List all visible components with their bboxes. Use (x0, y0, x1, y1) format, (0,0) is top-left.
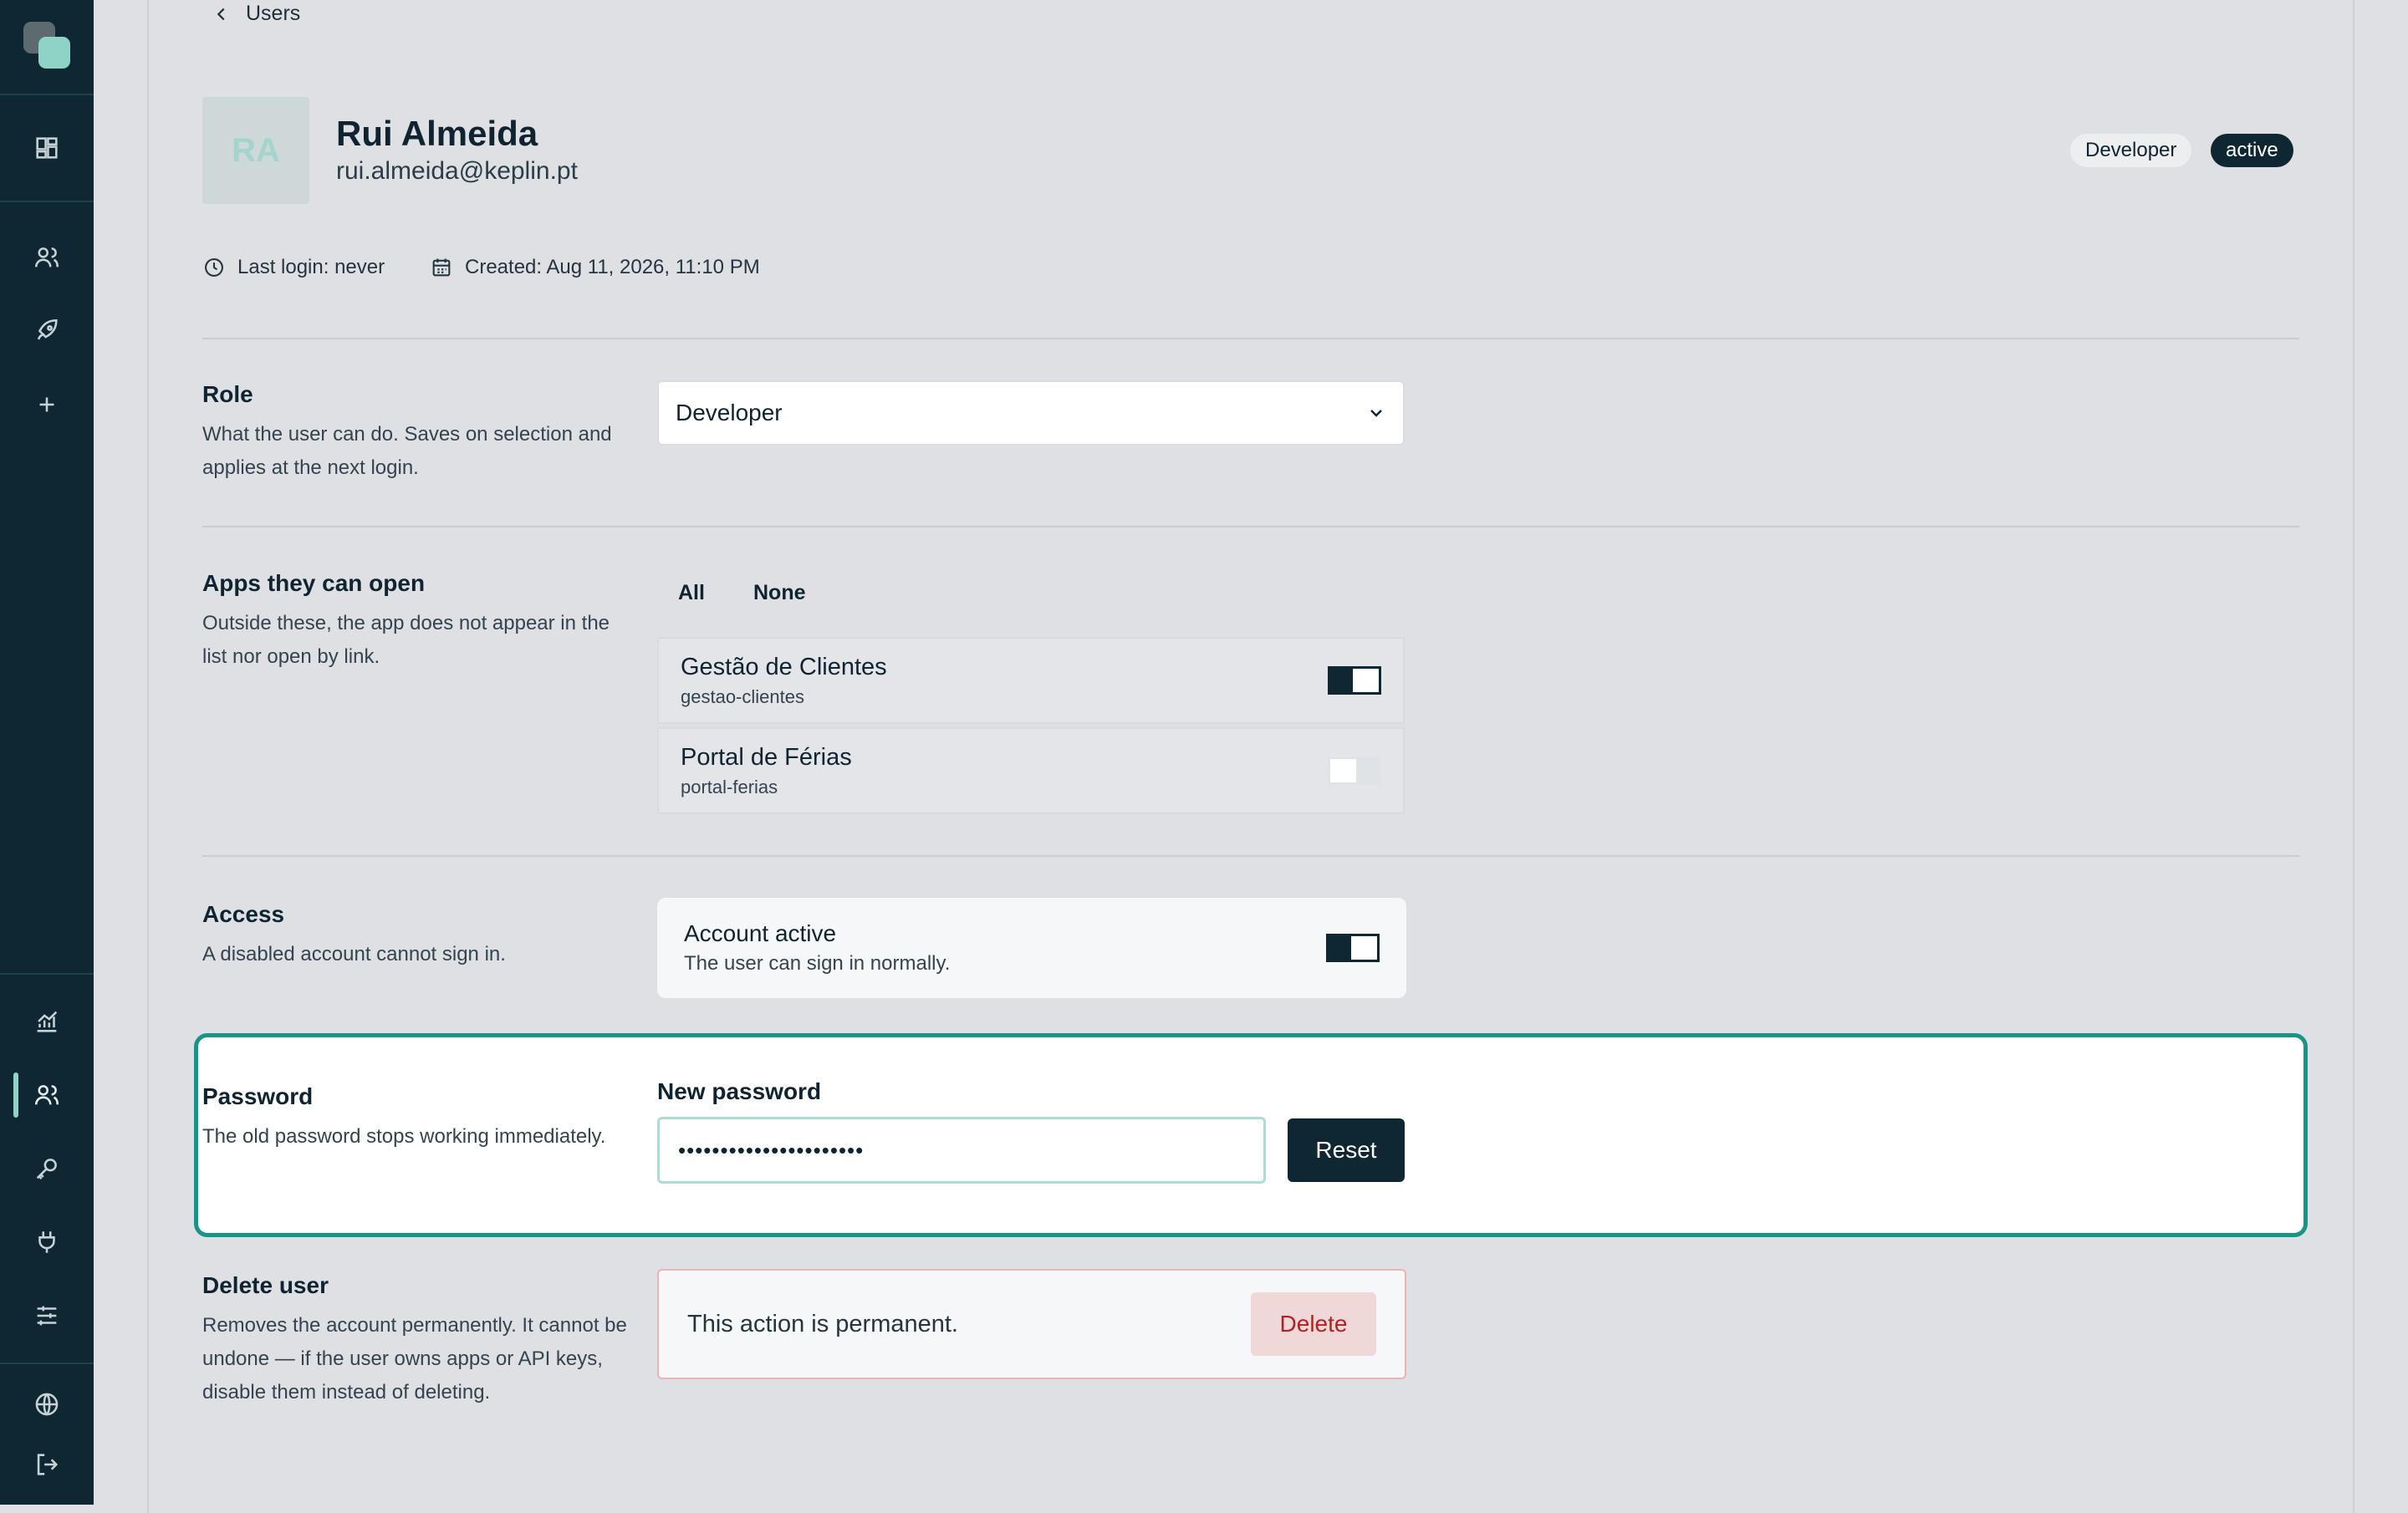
app-slug: gestao-clientes (681, 685, 804, 707)
password-title: Password (202, 1083, 314, 1109)
role-title: Role (202, 381, 253, 407)
dashboard-icon[interactable] (27, 128, 67, 168)
account-active-panel: Account active The user can sign in norm… (657, 898, 1406, 998)
role-description: What the user can do. Saves on selection… (202, 423, 612, 479)
app-slug: portal-ferias (681, 776, 778, 797)
last-login-meta: Last login: never (202, 256, 385, 279)
divider (202, 855, 2299, 857)
sidebar-divider (0, 94, 94, 95)
logout-icon[interactable] (27, 1444, 67, 1485)
calendar-icon (432, 258, 451, 277)
sidebar-divider (0, 973, 94, 975)
users-active-icon[interactable] (27, 1075, 67, 1115)
created-meta: Created: Aug 11, 2026, 11:10 PM (430, 256, 760, 279)
delete-user-description: Removes the account permanently. It cann… (202, 1314, 627, 1403)
delete-user-button[interactable]: Delete (1251, 1292, 1376, 1356)
account-active-subtitle: The user can sign in normally. (684, 952, 951, 975)
created-text: Created: Aug 11, 2026, 11:10 PM (465, 256, 760, 278)
sidebar-active-indicator (13, 1072, 18, 1118)
apps-description: Outside these, the app does not appear i… (202, 612, 610, 668)
sliders-icon[interactable] (27, 1296, 67, 1336)
user-name: Rui Almeida (336, 114, 538, 153)
key-icon[interactable] (27, 1149, 67, 1189)
avatar: RA (202, 97, 309, 204)
chevron-down-icon (1370, 410, 1382, 417)
new-password-input[interactable]: •••••••••••••••••••••• (657, 1117, 1266, 1184)
plus-icon[interactable] (27, 385, 67, 425)
role-select[interactable]: Developer (657, 380, 1405, 446)
sidebar-divider (0, 1363, 94, 1364)
users-icon[interactable] (27, 237, 67, 278)
divider (202, 338, 2299, 339)
delete-user-title: Delete user (202, 1272, 329, 1298)
rocket-icon[interactable] (27, 311, 67, 351)
sidebar (0, 0, 94, 1505)
sidebar-divider (0, 201, 94, 202)
select-none-button[interactable]: None (753, 581, 806, 605)
account-active-title: Account active (684, 920, 837, 946)
plug-icon[interactable] (27, 1222, 67, 1262)
apps-title: Apps they can open (202, 570, 426, 596)
breadcrumb[interactable]: Users (212, 2, 300, 26)
divider (202, 526, 2299, 527)
app-row: Portal de Férias portal-ferias (657, 727, 1405, 814)
access-title: Access (202, 901, 285, 927)
app-logo[interactable] (23, 22, 70, 69)
globe-icon[interactable] (27, 1384, 67, 1424)
account-active-toggle[interactable] (1326, 934, 1380, 962)
status-badge: active (2211, 134, 2293, 167)
user-email: rui.almeida@keplin.pt (336, 157, 578, 185)
access-description: A disabled account cannot sign in. (202, 943, 506, 965)
app-name: Gestão de Clientes (681, 653, 887, 680)
select-all-button[interactable]: All (678, 581, 705, 605)
new-password-label: New password (657, 1078, 822, 1104)
reset-password-button[interactable]: Reset (1288, 1118, 1405, 1182)
analytics-icon[interactable] (27, 1001, 67, 1042)
chevron-left-icon (217, 8, 225, 20)
delete-user-panel: This action is permanent. Delete (657, 1269, 1406, 1379)
role-badge: Developer (2070, 134, 2192, 167)
app-toggle[interactable] (1328, 666, 1381, 695)
password-description: The old password stops working immediate… (202, 1125, 606, 1148)
clock-icon (205, 258, 223, 277)
role-select-value: Developer (676, 400, 783, 425)
last-login-text: Last login: never (237, 256, 385, 278)
breadcrumb-users-link[interactable]: Users (246, 2, 300, 26)
app-row: Gestão de Clientes gestao-clientes (657, 637, 1405, 724)
app-name: Portal de Férias (681, 743, 852, 771)
app-toggle[interactable] (1328, 756, 1381, 785)
delete-warning: This action is permanent. (687, 1310, 958, 1337)
